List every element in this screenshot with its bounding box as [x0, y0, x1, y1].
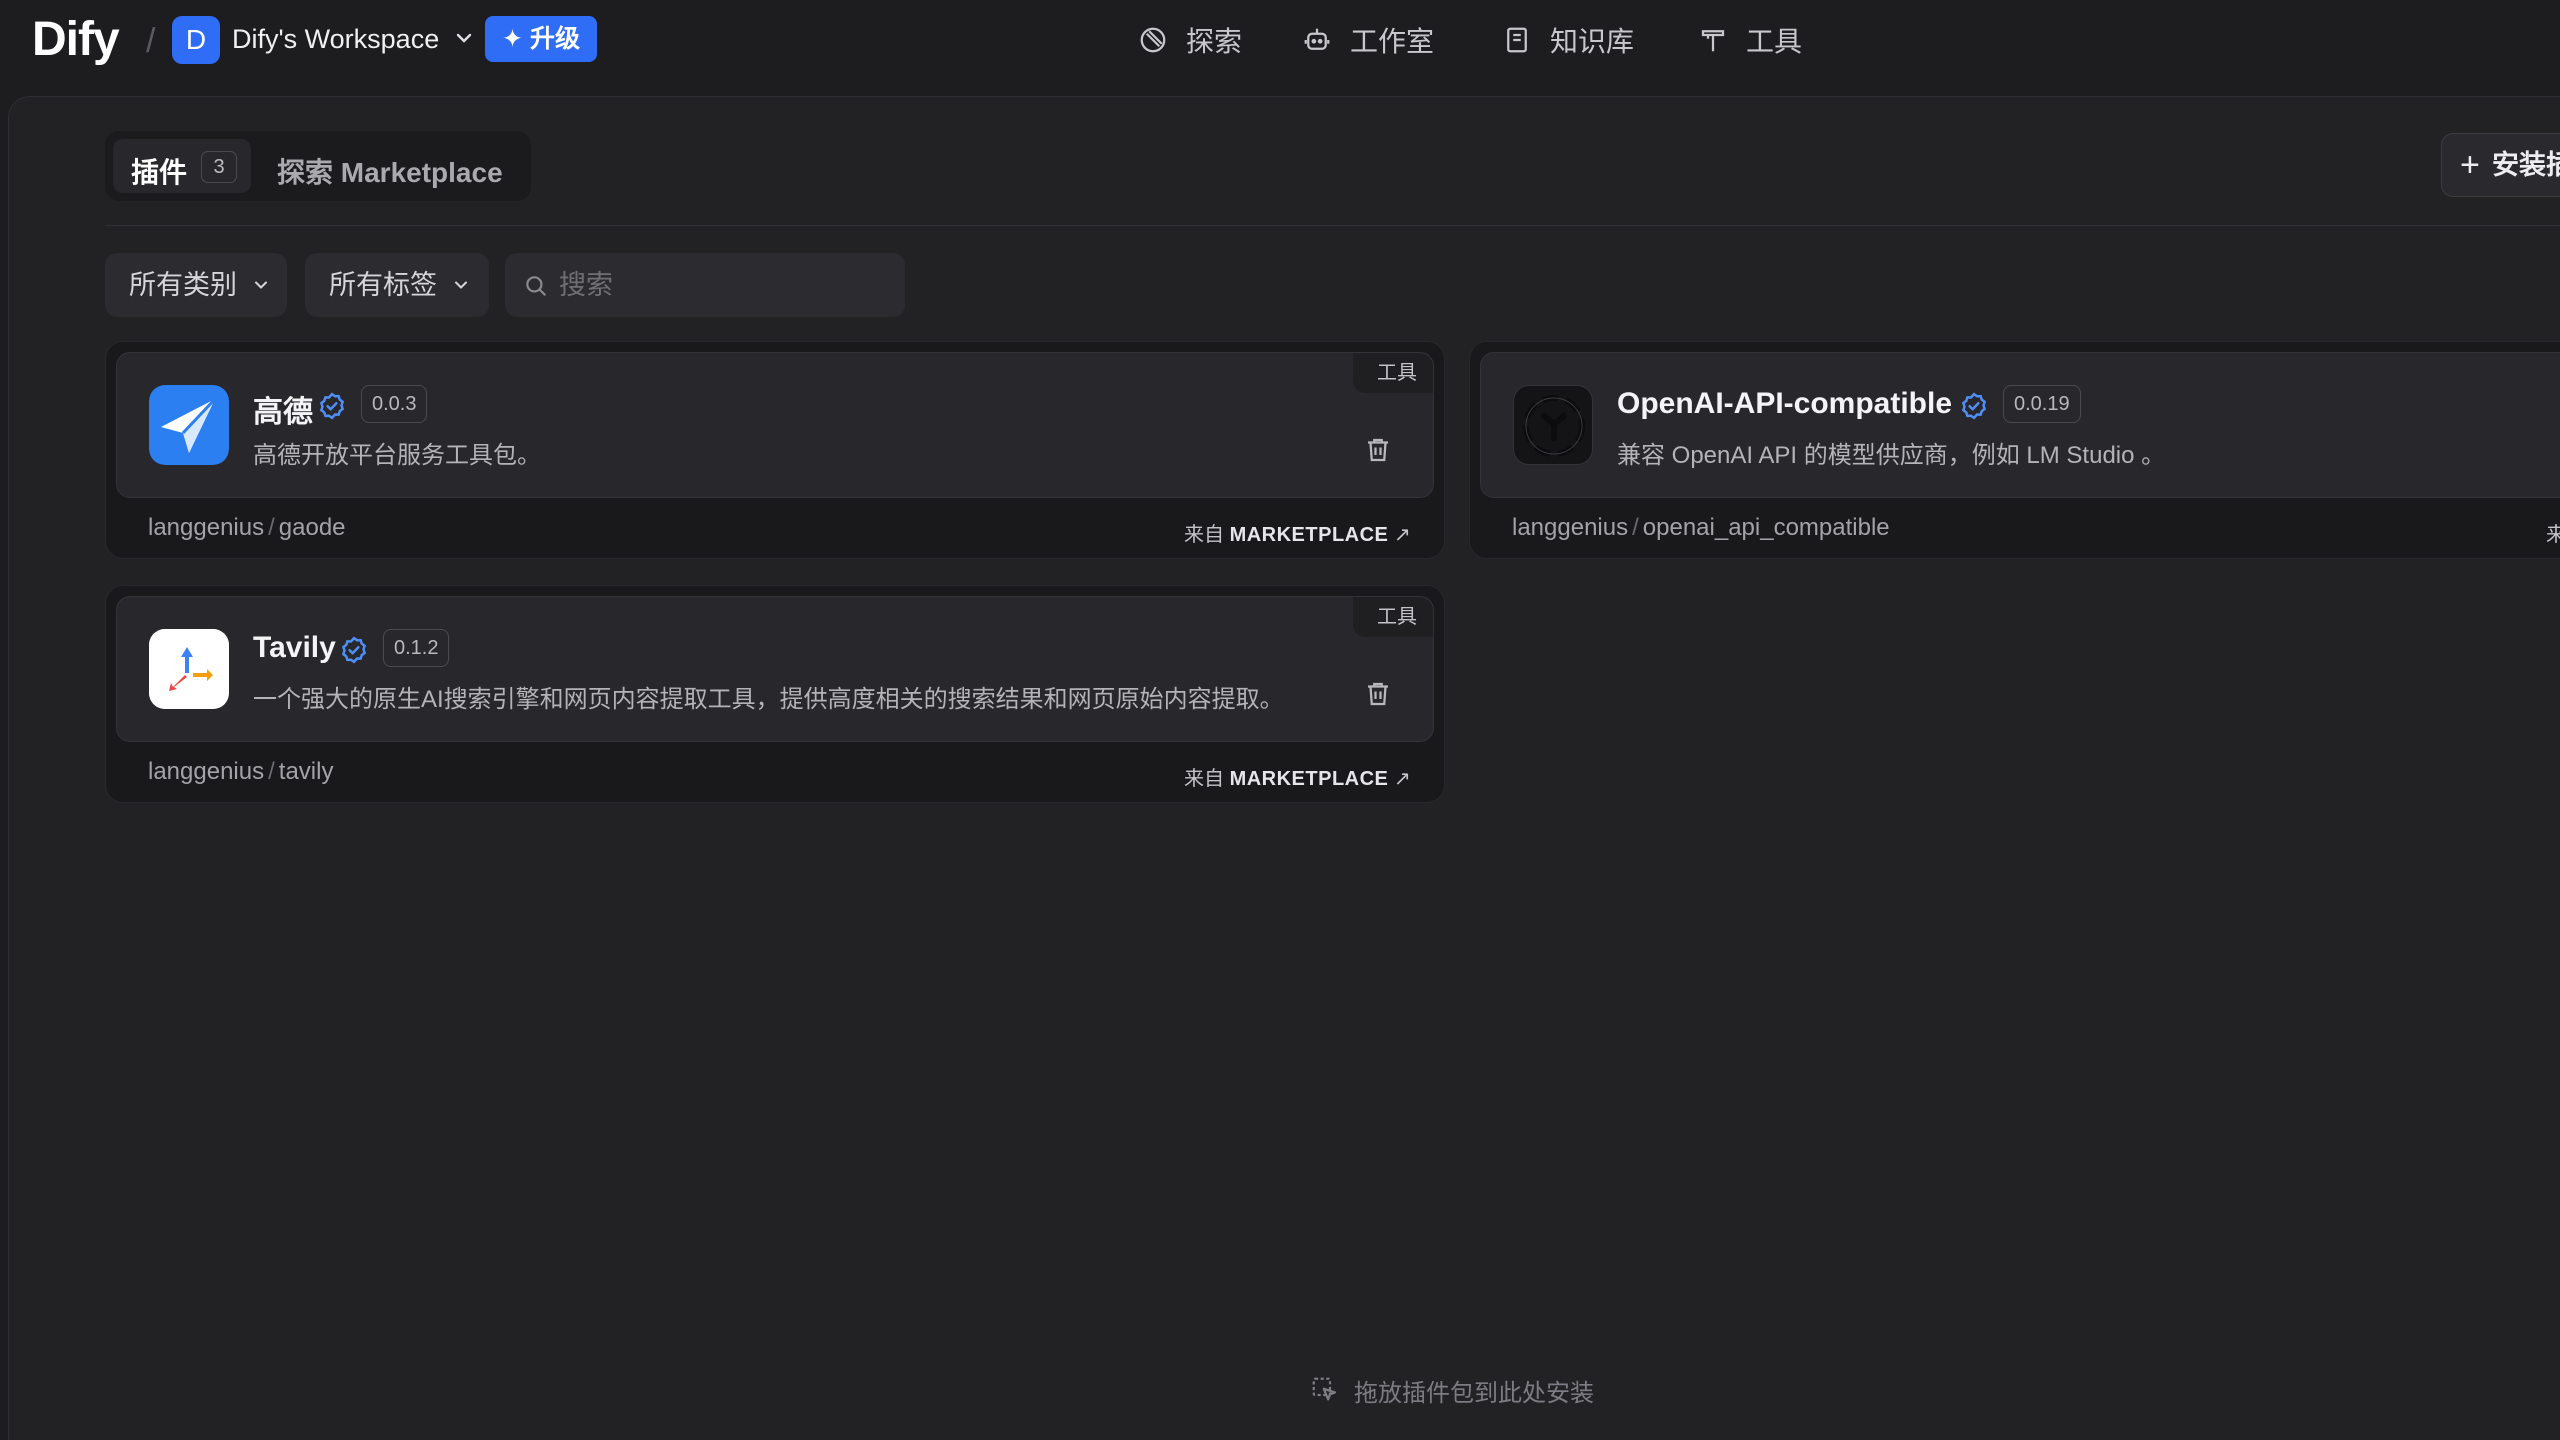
source-prefix: 来	[2546, 524, 2560, 546]
verified-badge-icon	[1961, 392, 1987, 420]
plugins-page: 插件 3 探索 Marketplace + 安装插 所有类别 所有标签 搜索 高…	[8, 96, 2560, 1440]
upgrade-label: 升级	[529, 25, 580, 53]
drag-drop-icon	[1312, 1377, 1337, 1401]
category-tag: 工具	[1353, 353, 1433, 393]
chevron-down-icon	[255, 281, 267, 289]
plugin-card-tavily[interactable]: Tavily 0.1.2 一个强大的原生AI搜索引擎和网页内容提取工具，提供高度…	[105, 585, 1445, 803]
nav-explore-label: 探索	[1186, 26, 1243, 57]
header-divider	[105, 225, 2560, 226]
category-tag: 工具	[1353, 597, 1433, 637]
sparkle-icon: ✦	[502, 25, 530, 53]
category-filter-label: 所有类别	[129, 270, 237, 300]
nav-tools[interactable]: 工具	[1698, 20, 1802, 60]
org-separator: /	[268, 514, 275, 541]
category-filter-dropdown[interactable]: 所有类别	[105, 253, 287, 317]
plugin-slug: tavily	[278, 758, 334, 785]
tab-plugins-label: 插件	[131, 157, 188, 188]
drop-to-install-hint: 拖放插件包到此处安装	[1310, 1372, 1594, 1408]
drop-to-install-label: 拖放插件包到此处安装	[1354, 1379, 1594, 1407]
plugin-search-box[interactable]	[505, 253, 905, 317]
plugin-description: 兼容 OpenAI API 的模型供应商，例如 LM Studio 。	[1617, 442, 2166, 469]
hammer-icon	[1701, 30, 1725, 52]
plugin-name: Tavily	[253, 631, 336, 664]
verified-badge-icon	[341, 636, 367, 664]
trash-icon[interactable]	[1363, 679, 1393, 709]
org-separator: /	[268, 758, 275, 785]
plugin-description: 一个强大的原生AI搜索引擎和网页内容提取工具，提供高度相关的搜索结果和网页原始内…	[253, 686, 1284, 713]
plugin-count-badge: 3	[201, 151, 237, 183]
tab-plugins[interactable]: 插件 3	[113, 139, 251, 193]
workspace-selector[interactable]: Dify's Workspace	[232, 24, 439, 55]
nav-tools-label: 工具	[1746, 26, 1803, 57]
plugin-org-path: langgenius / tavily	[148, 758, 333, 786]
source-prefix: 来自	[1184, 768, 1224, 790]
top-navigation-bar: Dify / D Dify's Workspace ✦ 升级 探索 工作室 知识…	[0, 0, 2560, 96]
breadcrumb-separator: /	[146, 22, 156, 60]
marketplace-source-link[interactable]: 来自 MARKETPLACE ↗	[1184, 518, 1411, 547]
plugin-slug: gaode	[278, 514, 346, 541]
plugin-description: 高德开放平台服务工具包。	[253, 442, 541, 469]
plugin-card-header: OpenAI-API-compatible 0.0.19 兼容 OpenAI A…	[1480, 352, 2560, 498]
verified-badge-icon	[319, 392, 345, 420]
workspace-avatar[interactable]: D	[172, 16, 220, 64]
tab-marketplace[interactable]: 探索 Marketplace	[277, 151, 503, 191]
dify-logo[interactable]: Dify	[32, 12, 120, 67]
plugin-card-openai-api-compatible[interactable]: OpenAI-API-compatible 0.0.19 兼容 OpenAI A…	[1469, 341, 2560, 559]
upgrade-button[interactable]: ✦ 升级	[485, 16, 597, 62]
plugin-name: OpenAI-API-compatible	[1617, 387, 1953, 420]
org-name: langgenius	[148, 514, 265, 541]
robot-icon	[1304, 28, 1330, 50]
nav-knowledge[interactable]: 知识库	[1502, 20, 1634, 60]
chevron-down-icon[interactable]	[452, 26, 476, 50]
plugin-card-header: Tavily 0.1.2 一个强大的原生AI搜索引擎和网页内容提取工具，提供高度…	[116, 596, 1434, 742]
trash-icon[interactable]	[1363, 435, 1393, 465]
chevron-down-icon	[455, 281, 467, 289]
plugin-slug: openai_api_compatible	[1642, 514, 1890, 541]
plus-icon: +	[2460, 146, 2480, 184]
tags-filter-dropdown[interactable]: 所有标签	[305, 253, 489, 317]
plugin-card-gaode[interactable]: 高德 0.0.3 高德开放平台服务工具包。 工具 langgenius / gaod…	[105, 341, 1445, 559]
plugin-name: 高德	[253, 396, 313, 429]
version-badge: 0.0.19	[2003, 385, 2081, 423]
gaode-logo-icon	[149, 385, 229, 465]
nav-studio-label: 工作室	[1350, 26, 1435, 57]
compass-icon	[1140, 27, 1166, 53]
org-name: langgenius	[1512, 514, 1629, 541]
external-link-icon: ↗	[1393, 524, 1411, 546]
install-plugin-button[interactable]: + 安装插	[2441, 133, 2560, 197]
tavily-logo-icon	[149, 629, 229, 709]
book-icon	[1507, 27, 1527, 53]
source-name: MARKETPLACE	[1229, 524, 1389, 546]
org-separator: /	[1632, 514, 1639, 541]
source-name: MARKETPLACE	[1229, 768, 1389, 790]
version-badge: 0.1.2	[383, 629, 450, 667]
nav-studio[interactable]: 工作室	[1302, 20, 1434, 60]
source-prefix: 来自	[1184, 524, 1224, 546]
openai-compatible-logo-icon	[1513, 385, 1593, 465]
plugin-tabs: 插件 3 探索 Marketplace	[105, 131, 531, 201]
org-name: langgenius	[148, 758, 265, 785]
external-link-icon: ↗	[1393, 768, 1411, 790]
plugin-org-path: langgenius / gaode	[148, 514, 346, 542]
nav-knowledge-label: 知识库	[1550, 26, 1635, 57]
install-plugin-label: 安装插	[2492, 150, 2560, 180]
plugin-card-header: 高德 0.0.3 高德开放平台服务工具包。 工具	[116, 352, 1434, 498]
search-icon	[526, 276, 546, 296]
tags-filter-label: 所有标签	[329, 270, 437, 300]
marketplace-source-link[interactable]: 来	[2546, 518, 2560, 547]
nav-explore[interactable]: 探索	[1138, 20, 1242, 60]
version-badge: 0.0.3	[361, 385, 428, 423]
marketplace-source-link[interactable]: 来自 MARKETPLACE ↗	[1184, 762, 1411, 791]
plugin-org-path: langgenius / openai_api_compatible	[1512, 514, 1890, 542]
search-input[interactable]	[559, 263, 889, 307]
